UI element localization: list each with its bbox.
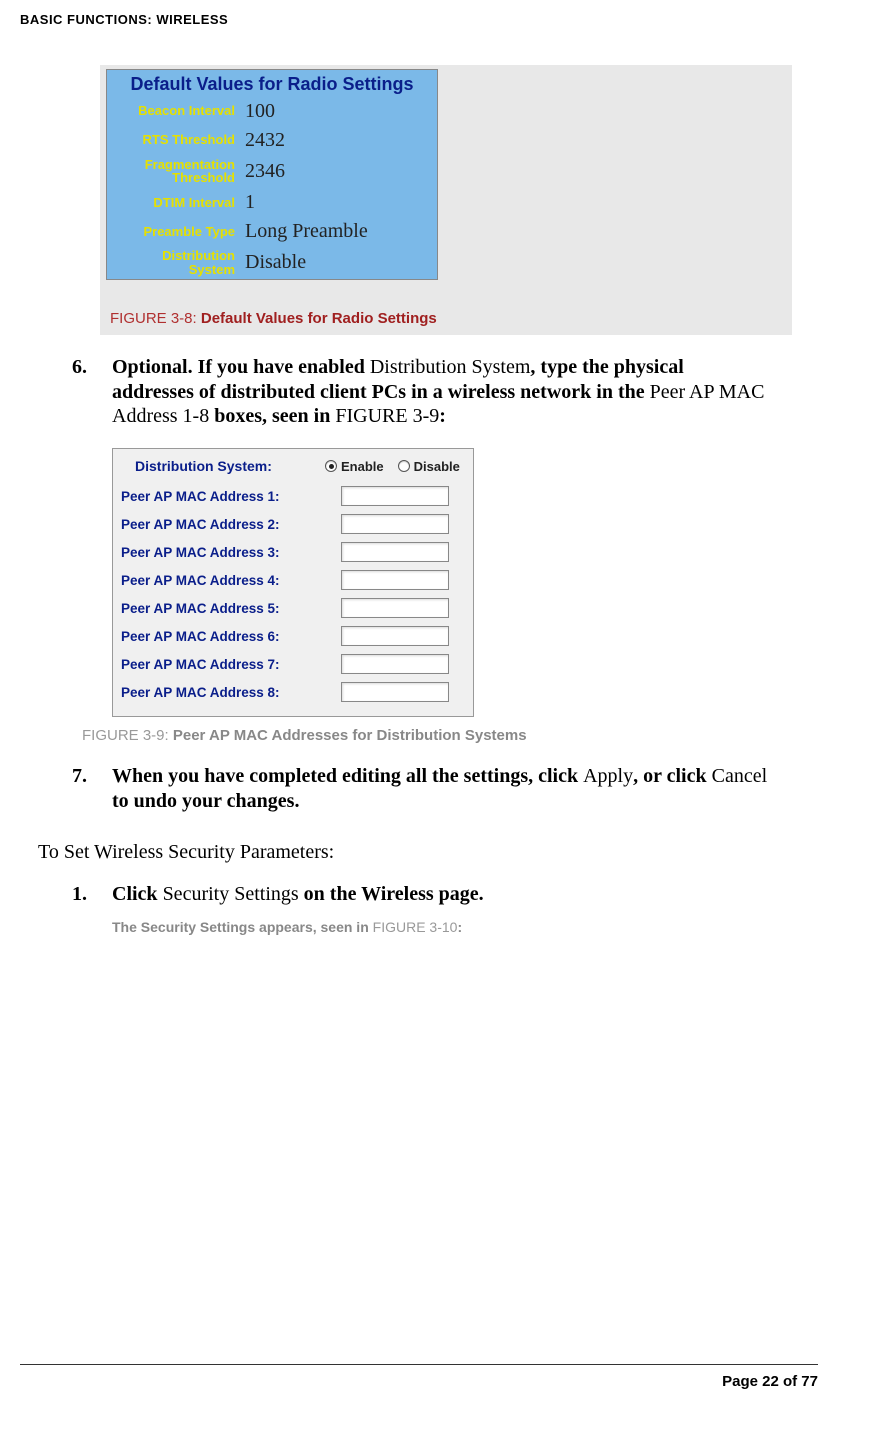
step-1-t1: Click — [112, 883, 163, 905]
step-1-text: Click Security Settings on the Wireless … — [112, 882, 818, 906]
step-6-t1: Optional. If you have enabled — [112, 356, 370, 378]
panel-title: Default Values for Radio Settings — [107, 70, 437, 97]
mac-input-1[interactable] — [341, 486, 449, 506]
step-1-number: 1. — [72, 882, 112, 906]
mac-input-2[interactable] — [341, 514, 449, 534]
note-t1: The Security Settings appears, seen in — [112, 919, 373, 935]
mac-label-2: Peer AP MAC Address 2: — [121, 517, 341, 532]
mac-row-5: Peer AP MAC Address 5: — [121, 594, 465, 622]
row-preamble-type: Preamble Type Long Preamble — [107, 217, 437, 246]
mac-label-7: Peer AP MAC Address 7: — [121, 657, 341, 672]
footer-divider — [20, 1364, 818, 1365]
row-fragmentation-threshold: Fragmentation Threshold 2346 — [107, 155, 437, 188]
mac-label-4: Peer AP MAC Address 4: — [121, 573, 341, 588]
mac-row-6: Peer AP MAC Address 6: — [121, 622, 465, 650]
page-footer: Page 22 of 77 — [20, 1364, 818, 1390]
disable-radio[interactable]: Disable — [398, 459, 460, 474]
step-1-t2: Security Settings — [163, 883, 299, 905]
distribution-system-label: Distribution System: — [135, 458, 325, 474]
distribution-header-row: Distribution System: Enable Disable — [121, 455, 465, 482]
figure-3-9-caption: FIGURE 3-9: Peer AP MAC Addresses for Di… — [82, 727, 818, 744]
step-7-t5: to undo your changes. — [112, 790, 299, 812]
value-rts-threshold: 2432 — [241, 129, 285, 152]
distribution-system-panel: Distribution System: Enable Disable Peer… — [112, 448, 474, 717]
step-1: 1. Click Security Settings on the Wirele… — [72, 882, 818, 906]
label-preamble-type: Preamble Type — [113, 225, 241, 239]
figure-3-8-caption: FIGURE 3-8: Default Values for Radio Set… — [110, 310, 786, 329]
mac-row-1: Peer AP MAC Address 1: — [121, 482, 465, 510]
step-6-number: 6. — [72, 355, 112, 428]
value-fragmentation-threshold: 2346 — [241, 160, 285, 183]
label-dtim-interval: DTIM Interval — [113, 196, 241, 210]
step-7-t2: Apply — [583, 765, 633, 787]
mac-label-1: Peer AP MAC Address 1: — [121, 489, 341, 504]
mac-label-6: Peer AP MAC Address 6: — [121, 629, 341, 644]
page-number: Page 22 of 77 — [20, 1373, 818, 1390]
enable-radio[interactable]: Enable — [325, 459, 384, 474]
step-6: 6. Optional. If you have enabled Distrib… — [72, 355, 818, 428]
mac-input-6[interactable] — [341, 626, 449, 646]
step-7-t4: Cancel — [712, 765, 768, 787]
step-1-t3: on the Wireless page. — [299, 883, 484, 905]
mac-input-8[interactable] — [341, 682, 449, 702]
step-6-t5: boxes, seen in — [214, 405, 335, 427]
row-dtim-interval: DTIM Interval 1 — [107, 188, 437, 217]
row-rts-threshold: RTS Threshold 2432 — [107, 126, 437, 155]
label-fragmentation-threshold: Fragmentation Threshold — [113, 158, 241, 185]
row-distribution-system: Distribution System Disable — [107, 246, 437, 279]
value-beacon-interval: 100 — [241, 100, 275, 123]
step-7-t3: , or click — [633, 765, 712, 787]
figure-3-8-title: Default Values for Radio Settings — [201, 310, 437, 327]
mac-label-3: Peer AP MAC Address 3: — [121, 545, 341, 560]
section-lead-security: To Set Wireless Security Parameters: — [38, 841, 818, 864]
value-preamble-type: Long Preamble — [241, 220, 368, 243]
mac-label-5: Peer AP MAC Address 5: — [121, 601, 341, 616]
default-values-panel: Default Values for Radio Settings Beacon… — [106, 69, 438, 280]
step-7-text: When you have completed editing all the … — [112, 764, 818, 813]
note-t3: : — [457, 919, 462, 935]
figure-3-8-block: Default Values for Radio Settings Beacon… — [100, 65, 792, 335]
mac-row-8: Peer AP MAC Address 8: — [121, 678, 465, 706]
note-t2: FIGURE 3-10 — [373, 919, 458, 935]
step-6-t6: FIGURE 3-9 — [335, 405, 439, 427]
step-7-number: 7. — [72, 764, 112, 813]
mac-row-7: Peer AP MAC Address 7: — [121, 650, 465, 678]
row-beacon-interval: Beacon Interval 100 — [107, 97, 437, 126]
label-beacon-interval: Beacon Interval — [113, 104, 241, 118]
mac-input-7[interactable] — [341, 654, 449, 674]
value-dtim-interval: 1 — [241, 191, 255, 214]
note-security-settings: The Security Settings appears, seen in F… — [112, 919, 818, 935]
step-6-text: Optional. If you have enabled Distributi… — [112, 355, 818, 428]
mac-input-3[interactable] — [341, 542, 449, 562]
step-7-t1: When you have completed editing all the … — [112, 765, 583, 787]
step-6-t2: Distribution System — [370, 356, 531, 378]
figure-3-9-number: FIGURE 3-9: — [82, 727, 169, 744]
figure-3-8-number: FIGURE 3-8: — [110, 310, 197, 327]
mac-row-4: Peer AP MAC Address 4: — [121, 566, 465, 594]
mac-label-8: Peer AP MAC Address 8: — [121, 685, 341, 700]
value-distribution-system: Disable — [241, 251, 306, 274]
figure-3-9-title: Peer AP MAC Addresses for Distribution S… — [173, 727, 527, 744]
mac-input-5[interactable] — [341, 598, 449, 618]
mac-row-2: Peer AP MAC Address 2: — [121, 510, 465, 538]
step-7: 7. When you have completed editing all t… — [72, 764, 818, 813]
radio-icon — [325, 460, 337, 472]
page-header: BASIC FUNCTIONS: WIRELESS — [20, 12, 818, 27]
mac-input-4[interactable] — [341, 570, 449, 590]
radio-icon — [398, 460, 410, 472]
label-distribution-system: Distribution System — [113, 249, 241, 276]
enable-label: Enable — [341, 459, 384, 474]
disable-label: Disable — [414, 459, 460, 474]
mac-row-3: Peer AP MAC Address 3: — [121, 538, 465, 566]
label-rts-threshold: RTS Threshold — [113, 133, 241, 147]
step-6-t7: : — [439, 405, 446, 427]
